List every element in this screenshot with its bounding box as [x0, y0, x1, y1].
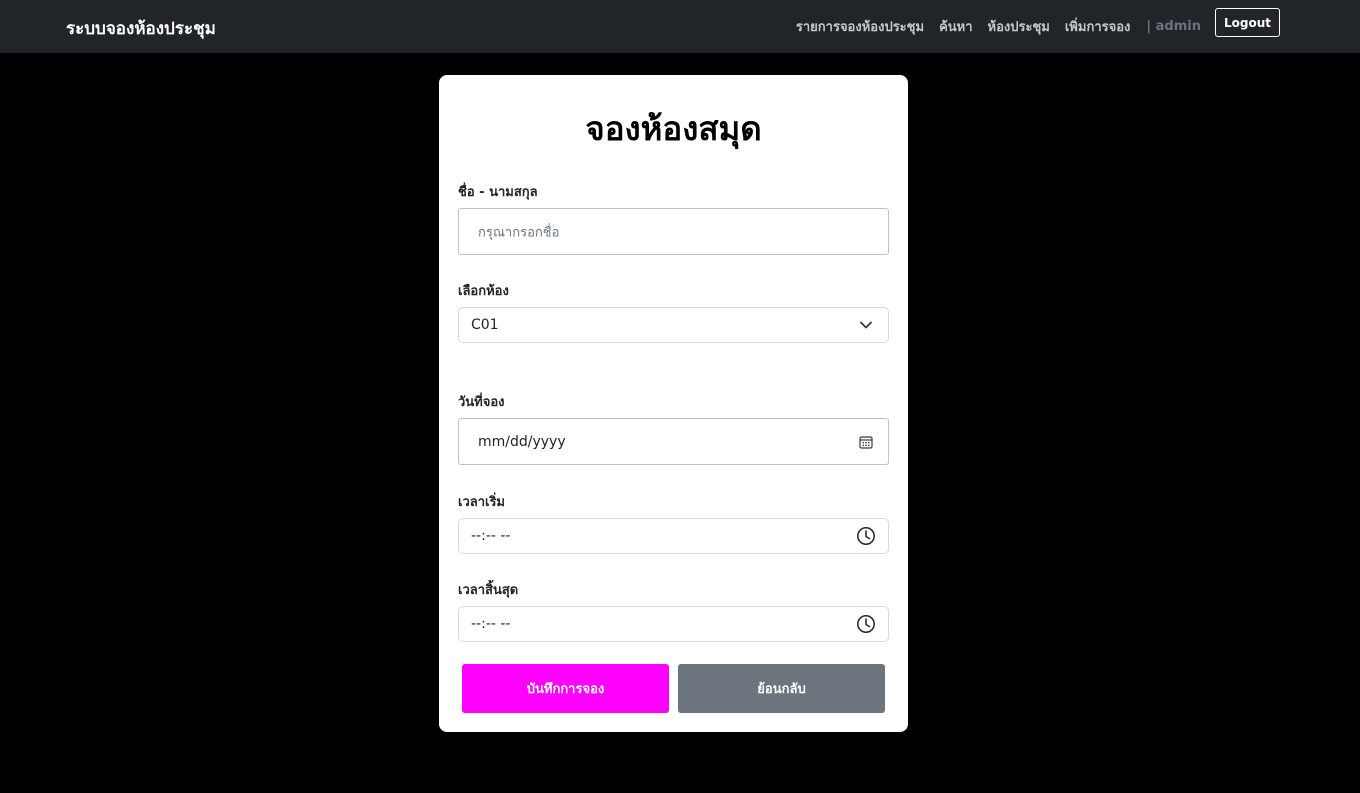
end-time-input[interactable]: --:-- -- [458, 606, 889, 642]
name-input[interactable]: กรุณากรอกชื่อ [458, 208, 889, 255]
room-label: เลือกห้อง [458, 284, 509, 299]
clock-icon[interactable] [856, 526, 876, 546]
nav-item-booking-list[interactable]: รายการจองห้องประชุม [796, 16, 924, 37]
end-time-value: --:-- -- [471, 616, 511, 632]
start-time-label: เวลาเริ่ม [458, 495, 506, 510]
brand-title[interactable]: ระบบจองห้องประชุม [66, 15, 216, 42]
room-selected-value: C01 [471, 317, 499, 333]
room-select[interactable]: C01 [458, 307, 889, 343]
logout-button[interactable]: Logout [1214, 8, 1280, 37]
nav-item-add-booking[interactable]: เพิ่มการจอง [1065, 16, 1131, 37]
booking-form-card: จองห้องสมุด ชื่อ - นามสกุล กรุณากรอกชื่อ… [439, 75, 908, 732]
back-button[interactable]: ย้อนกลับ [678, 664, 885, 713]
chevron-down-icon [856, 315, 876, 335]
navbar: ระบบจองห้องประชุม รายการจองห้องประชุม ค้… [0, 0, 1360, 53]
clock-icon[interactable] [856, 614, 876, 634]
nav-links: รายการจองห้องประชุม ค้นหา ห้องประชุม เพิ… [781, 8, 1280, 37]
current-user: | admin [1146, 18, 1201, 34]
name-placeholder: กรุณากรอกชื่อ [478, 225, 560, 240]
start-time-value: --:-- -- [471, 528, 511, 544]
date-input[interactable]: mm/dd/yyyy [458, 418, 889, 465]
page-title: จองห้องสมุด [585, 109, 762, 148]
save-booking-button[interactable]: บันทึกการจอง [462, 664, 669, 713]
calendar-icon[interactable] [856, 432, 876, 452]
start-time-input[interactable]: --:-- -- [458, 518, 889, 554]
name-label: ชื่อ - นามสกุล [458, 185, 538, 200]
nav-item-rooms[interactable]: ห้องประชุม [988, 16, 1050, 37]
nav-item-search[interactable]: ค้นหา [939, 16, 972, 37]
date-value: mm/dd/yyyy [478, 433, 566, 450]
date-label: วันที่จอง [458, 395, 505, 410]
end-time-label: เวลาสิ้นสุด [458, 583, 519, 598]
